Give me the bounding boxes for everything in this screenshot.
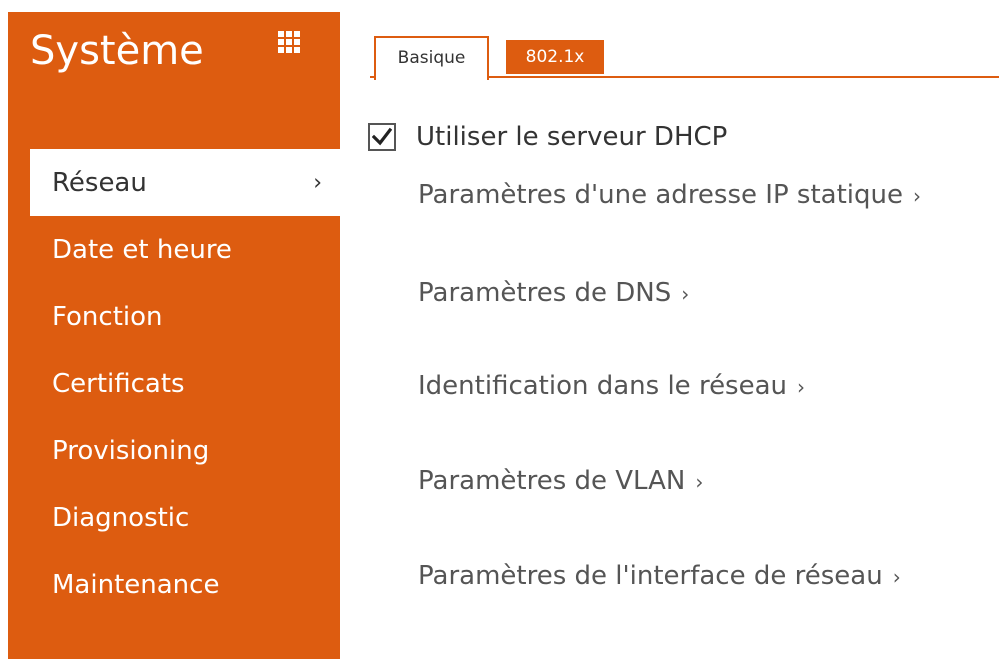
sidebar-item-label: Diagnostic <box>52 502 190 533</box>
chevron-right-icon: › <box>797 375 806 399</box>
dhcp-checkbox[interactable] <box>368 123 396 151</box>
link-label: Paramètres de DNS <box>418 278 672 308</box>
sidebar-item-label: Fonction <box>52 301 163 332</box>
chevron-right-icon: › <box>313 170 322 195</box>
link-label: Identification dans le réseau <box>418 371 788 401</box>
sidebar-item-maintenance[interactable]: Maintenance <box>8 551 340 618</box>
link-label: Paramètres d'une adresse IP statique <box>418 180 903 210</box>
chevron-right-icon: › <box>681 282 690 306</box>
chevron-right-icon: › <box>912 184 921 208</box>
link-label: Paramètres de VLAN <box>418 466 686 496</box>
link-label: Paramètres de l'interface de réseau <box>418 561 883 591</box>
sidebar-item-certificats[interactable]: Certificats <box>8 350 340 417</box>
sidebar-item-provisioning[interactable]: Provisioning <box>8 417 340 484</box>
link-dns-settings[interactable]: Paramètres de DNS › <box>418 278 689 308</box>
link-network-interface-settings[interactable]: Paramètres de l'interface de réseau › <box>418 561 901 591</box>
sidebar-title: Système <box>30 28 204 74</box>
sidebar-item-reseau[interactable]: Réseau › <box>30 149 340 216</box>
sidebar-item-label: Provisioning <box>52 435 210 466</box>
dhcp-label: Utiliser le serveur DHCP <box>416 122 728 152</box>
sidebar-item-label: Maintenance <box>52 569 220 600</box>
chevron-right-icon: › <box>695 470 704 494</box>
checkmark-icon <box>372 127 392 146</box>
grid-apps-icon[interactable] <box>278 31 300 53</box>
app-window: Système Réseau › Date et heure Fonction … <box>0 0 999 659</box>
link-network-identification[interactable]: Identification dans le réseau › <box>418 371 805 401</box>
link-vlan-settings[interactable]: Paramètres de VLAN › <box>418 466 703 496</box>
sidebar-item-diagnostic[interactable]: Diagnostic <box>8 484 340 551</box>
dhcp-checkbox-row[interactable]: Utiliser le serveur DHCP <box>368 120 727 154</box>
tab-basique[interactable]: Basique <box>374 36 489 80</box>
chevron-right-icon: › <box>892 565 901 589</box>
sidebar-item-date-et-heure[interactable]: Date et heure <box>8 216 340 283</box>
sidebar-item-fonction[interactable]: Fonction <box>8 283 340 350</box>
tab-bar: Basique 802.1x <box>370 36 999 80</box>
sidebar-nav: Réseau › Date et heure Fonction Certific… <box>8 149 340 618</box>
tab-8021x[interactable]: 802.1x <box>506 40 604 74</box>
sidebar: Système Réseau › Date et heure Fonction … <box>8 12 340 659</box>
sidebar-item-label: Certificats <box>52 368 185 399</box>
link-static-ip-settings[interactable]: Paramètres d'une adresse IP statique › <box>418 180 921 210</box>
sidebar-item-label: Réseau <box>52 167 147 198</box>
sidebar-item-label: Date et heure <box>52 234 232 265</box>
